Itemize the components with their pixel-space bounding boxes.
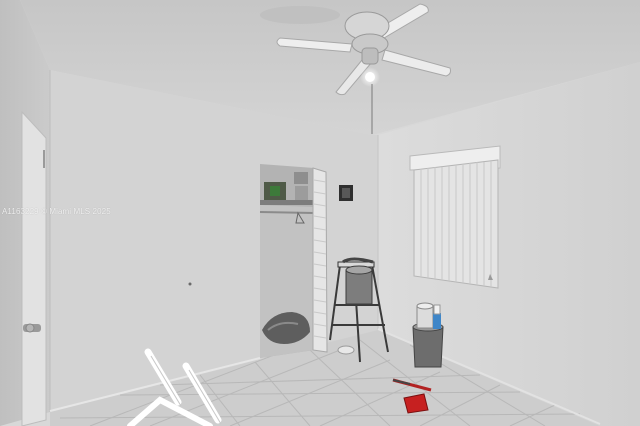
bedroom-door[interactable] (21, 110, 47, 426)
wall-fixture (339, 185, 353, 201)
paint-can-white (416, 302, 434, 329)
door-handle[interactable] (23, 323, 41, 333)
spray-bottle (433, 304, 441, 329)
red-paint-tool (403, 393, 429, 414)
mls-watermark: A1163229 © Miami MLS 2025 (2, 207, 111, 216)
closet-shelf (260, 200, 314, 205)
paint-bucket-large (412, 322, 444, 368)
room-photo: A1163229 © Miami MLS 2025 (0, 0, 640, 426)
window-vertical-blinds[interactable] (409, 145, 501, 289)
